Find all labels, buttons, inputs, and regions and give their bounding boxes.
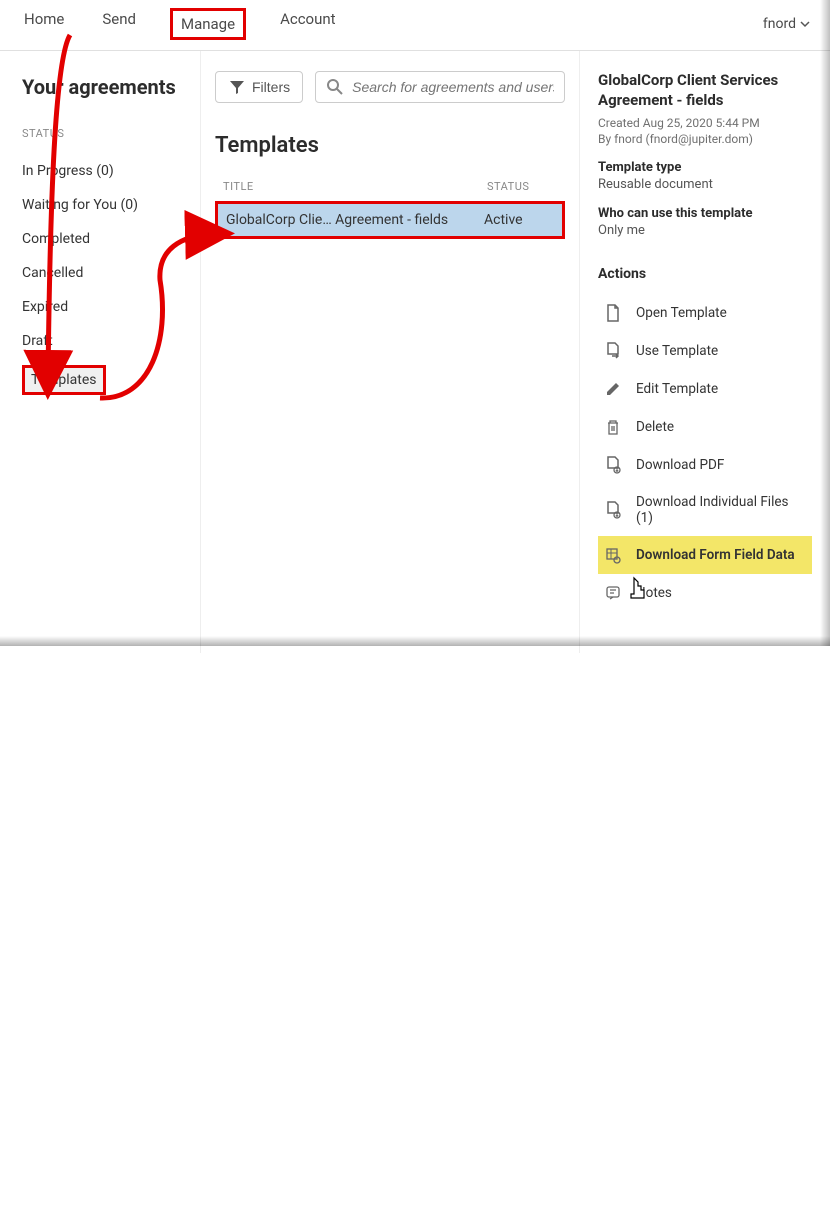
sidebar-heading: Your agreements	[22, 75, 188, 99]
action-label: Edit Template	[636, 381, 718, 397]
who-section: Who can use this template Only me	[598, 206, 812, 238]
action-label: Open Template	[636, 305, 727, 321]
action-download-pdf[interactable]: Download PDF	[598, 446, 812, 484]
nav-manage[interactable]: Manage	[170, 8, 246, 40]
action-label: Download Individual Files (1)	[636, 494, 806, 526]
sidebar-item-waiting[interactable]: Waiting for You (0)	[22, 188, 188, 222]
action-download-individual[interactable]: Download Individual Files (1)	[598, 484, 812, 536]
download-files-icon	[604, 501, 622, 519]
action-open-template[interactable]: Open Template	[598, 294, 812, 332]
action-label: Download PDF	[636, 457, 724, 473]
col-title: TITLE	[223, 180, 487, 193]
download-pdf-icon	[604, 456, 622, 474]
details-created: Created Aug 25, 2020 5:44 PM	[598, 116, 812, 130]
user-menu[interactable]: fnord	[763, 16, 810, 32]
action-label: Notes	[636, 585, 672, 601]
user-name: fnord	[763, 16, 796, 32]
notes-icon	[604, 584, 622, 602]
action-delete[interactable]: Delete	[598, 408, 812, 446]
actions-heading: Actions	[598, 266, 812, 282]
table-row[interactable]: GlobalCorp Clie… Agreement - fields Acti…	[215, 201, 565, 239]
chevron-down-icon	[800, 19, 810, 29]
action-use-template[interactable]: Use Template	[598, 332, 812, 370]
main: Your agreements STATUS In Progress (0) W…	[0, 51, 830, 653]
action-label: Use Template	[636, 343, 718, 359]
nav-left: Home Send Manage Account	[20, 8, 340, 40]
center-panel: Filters Templates TITLE STATUS GlobalCor…	[200, 51, 580, 653]
details-title: GlobalCorp Client Services Agreement - f…	[598, 71, 812, 110]
action-notes[interactable]: Notes	[598, 574, 812, 612]
sidebar-item-expired[interactable]: Expired	[22, 290, 188, 324]
filters-label: Filters	[252, 79, 290, 95]
action-edit-template[interactable]: Edit Template	[598, 370, 812, 408]
filters-button[interactable]: Filters	[215, 71, 303, 103]
sidebar-item-templates-wrap: Templates	[22, 358, 188, 397]
row-title: GlobalCorp Clie… Agreement - fields	[226, 212, 484, 228]
details-panel: GlobalCorp Client Services Agreement - f…	[580, 51, 830, 653]
download-data-icon	[604, 546, 622, 564]
document-send-icon	[604, 342, 622, 360]
col-status: STATUS	[487, 180, 557, 193]
sidebar: Your agreements STATUS In Progress (0) W…	[0, 51, 200, 653]
templates-heading: Templates	[215, 133, 565, 158]
who-value: Only me	[598, 223, 812, 238]
pointer-cursor-icon	[626, 576, 830, 1222]
filter-icon	[228, 78, 246, 96]
sidebar-item-templates[interactable]: Templates	[22, 365, 106, 395]
action-download-form-data[interactable]: Download Form Field Data	[598, 536, 812, 574]
template-type-section: Template type Reusable document	[598, 160, 812, 192]
sidebar-item-cancelled[interactable]: Cancelled	[22, 256, 188, 290]
template-type-label: Template type	[598, 160, 812, 175]
sidebar-item-draft[interactable]: Draft	[22, 324, 188, 358]
nav-send[interactable]: Send	[98, 8, 140, 40]
table-header: TITLE STATUS	[215, 180, 565, 201]
details-by: By fnord (fnord@jupiter.dom)	[598, 132, 812, 146]
action-label: Delete	[636, 419, 674, 435]
action-label: Download Form Field Data	[636, 547, 795, 563]
action-list: Open Template Use Template Edit Template…	[598, 294, 812, 612]
trash-icon	[604, 418, 622, 436]
document-icon	[604, 304, 622, 322]
top-nav: Home Send Manage Account fnord	[0, 0, 830, 51]
status-list: In Progress (0) Waiting for You (0) Comp…	[22, 154, 188, 397]
status-label: STATUS	[22, 127, 188, 140]
row-status: Active	[484, 212, 554, 228]
search-input[interactable]	[352, 79, 554, 95]
nav-home[interactable]: Home	[20, 8, 68, 40]
sidebar-item-in-progress[interactable]: In Progress (0)	[22, 154, 188, 188]
nav-account[interactable]: Account	[276, 8, 340, 40]
template-type-value: Reusable document	[598, 177, 812, 192]
sidebar-item-completed[interactable]: Completed	[22, 222, 188, 256]
pencil-icon	[604, 380, 622, 398]
search-box[interactable]	[315, 71, 565, 103]
filter-row: Filters	[215, 71, 565, 103]
who-label: Who can use this template	[598, 206, 812, 221]
search-icon	[326, 78, 344, 96]
